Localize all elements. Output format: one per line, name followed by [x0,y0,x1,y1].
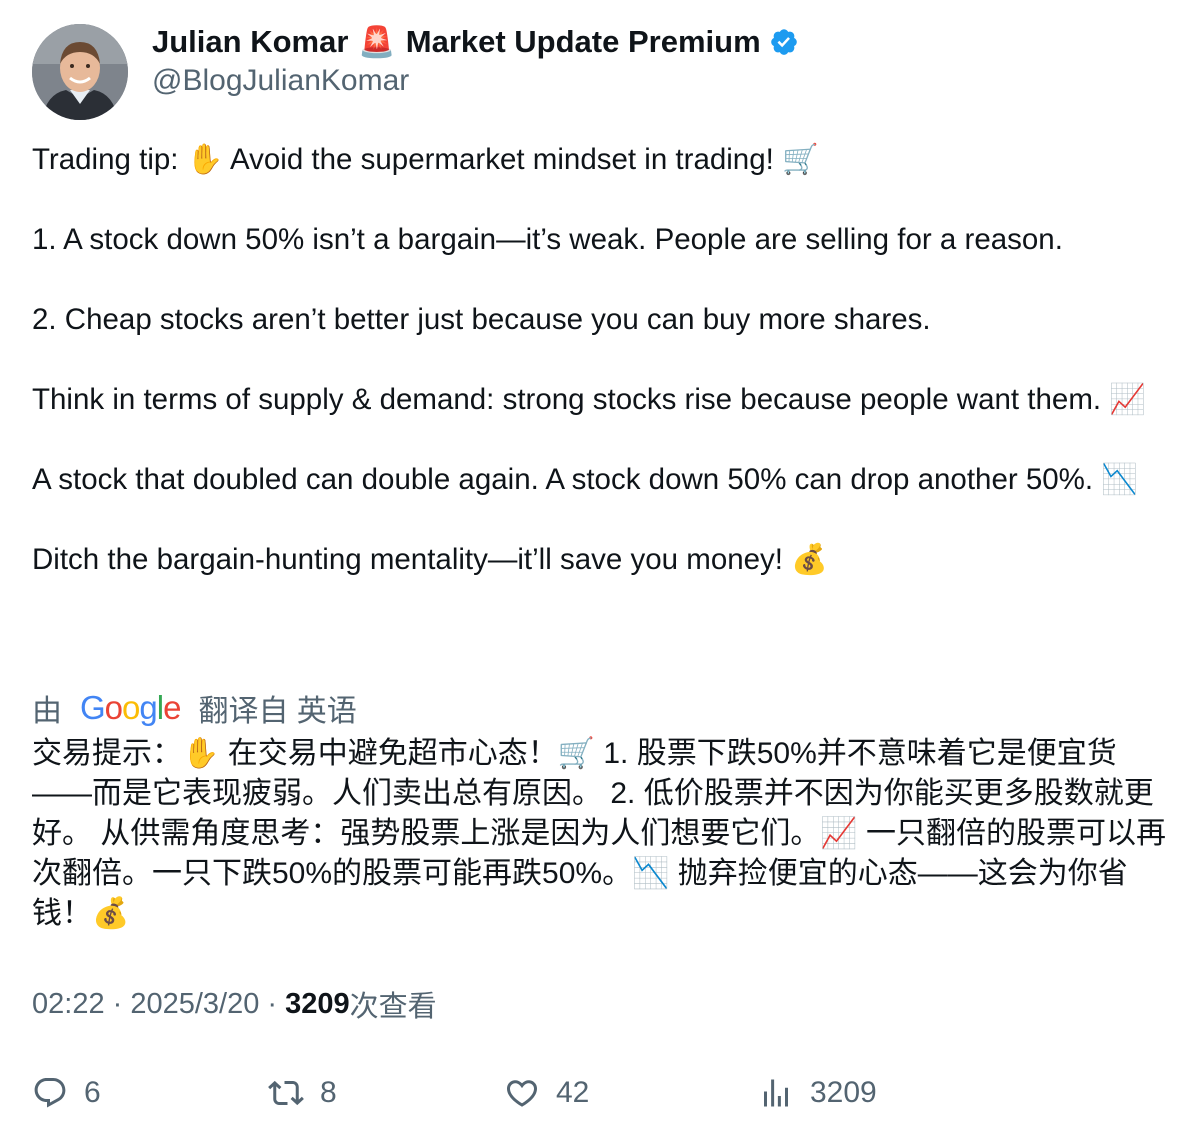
translated-text: 交易提示：✋ 在交易中避免超市心态！🛒 1. 股票下跌50%并不意味着它是便宜货… [32,737,1167,930]
author-handle[interactable]: @BlogJulianKomar [152,64,409,98]
tweet-meta: 02:22 · 2025/3/20 · 3209 次查看 [32,984,437,1024]
tweet-header: Julian Komar 🚨 Market Update Premium @Bl… [32,24,1162,120]
reply-icon [34,1078,66,1108]
reply-button[interactable]: 6 [32,1068,101,1118]
retweet-icon [268,1080,304,1106]
verified-badge-icon[interactable] [769,27,799,57]
avatar[interactable] [32,24,128,120]
heart-icon [506,1080,538,1107]
views-label: 次查看 [349,991,437,1023]
google-logo: Google [80,689,181,726]
views-button[interactable]: 3209 [758,1068,877,1118]
author-name-suffix[interactable]: Market Update Premium [406,24,761,60]
avatar-image [32,24,128,120]
reply-count: 6 [84,1076,101,1109]
action-bar: 6 8 42 3209 [32,1068,1162,1118]
author-name[interactable]: Julian Komar [152,24,348,60]
like-button[interactable]: 42 [504,1068,589,1118]
meta-separator: · [104,987,131,1020]
views-count: 3209 [285,987,350,1020]
retweet-count: 8 [320,1076,337,1109]
tweet-date[interactable]: 2025/3/20 [130,988,259,1021]
tweet-time[interactable]: 02:22 [32,988,105,1021]
retweet-button[interactable]: 8 [268,1068,337,1118]
like-count: 42 [556,1076,590,1109]
views-action-count: 3209 [810,1076,877,1109]
translation-prefix: 由 [32,695,62,728]
tweet-text: Trading tip: ✋ Avoid the supermarket min… [32,143,1147,576]
meta-separator: · [259,987,286,1020]
siren-emoji: 🚨 [358,25,396,59]
translation-attribution[interactable]: 由 Google 翻译自 英语 [32,688,357,728]
analytics-icon [764,1079,788,1107]
author-name-row[interactable]: Julian Komar 🚨 Market Update Premium [152,24,799,60]
translation-suffix: 翻译自 英语 [198,695,357,728]
